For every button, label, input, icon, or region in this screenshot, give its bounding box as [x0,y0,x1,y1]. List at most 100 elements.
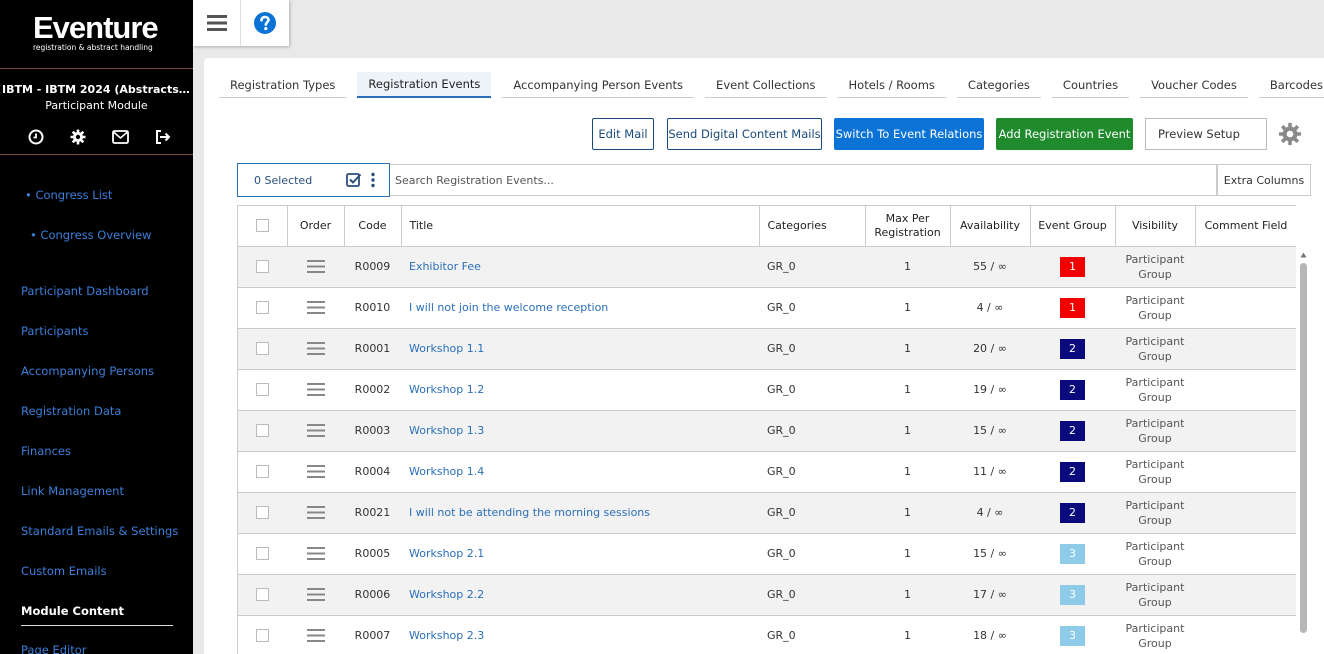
row-max-per-registration: 1 [865,369,950,411]
row-select-cell [238,451,287,493]
row-checkbox[interactable] [256,301,269,315]
column-header-order[interactable]: Order [287,206,345,247]
sidebar-item-congress-overview[interactable]: • Congress Overview [30,228,151,242]
column-header-code[interactable]: Code [344,206,402,247]
logout-icon[interactable] [154,128,172,146]
table-row[interactable]: R0010 I will not join the welcome recepti… [238,287,1296,329]
table-body: R0009 Exhibitor Fee GR_0 1 55 / ∞ 1 Participan… [238,246,1296,654]
tab-hotels-rooms[interactable]: Hotels / Rooms [837,72,946,98]
drag-handle-icon[interactable] [306,465,325,479]
tab-barcodes[interactable]: Barcodes [1258,72,1324,98]
column-header-max-per-registration[interactable]: Max Per Registration [865,206,951,247]
sidebar-item-accompanying-persons[interactable]: Accompanying Persons [21,364,154,378]
gear-icon[interactable] [69,128,87,146]
tab-registration-events[interactable]: Registration Events [357,72,492,98]
switch-to-event-relations-button[interactable]: Switch To Event Relations [834,118,984,150]
column-header-categories[interactable]: Categories [759,206,866,247]
row-checkbox[interactable] [256,465,269,479]
row-checkbox[interactable] [256,588,269,602]
extra-columns-button[interactable]: Extra Columns [1217,164,1311,196]
row-title-link[interactable]: Workshop 1.3 [401,410,759,452]
table-row[interactable]: R0004 Workshop 1.4 GR_0 1 11 / ∞ 2 Participant… [238,451,1296,493]
row-checkbox[interactable] [256,342,269,356]
row-checkbox[interactable] [256,260,269,274]
tab-event-collections[interactable]: Event Collections [705,72,827,98]
row-category: GR_0 [759,287,865,329]
row-checkbox[interactable] [256,383,269,397]
row-code: R0010 [344,287,401,329]
table-row[interactable]: R0021 I will not be attending the morning… [238,492,1296,534]
row-select-cell [238,492,287,534]
table-row[interactable]: R0007 Workshop 2.3 GR_0 1 18 / ∞ 3 Participant… [238,615,1296,654]
clock-icon[interactable] [27,128,45,146]
drag-handle-icon[interactable] [306,629,325,643]
column-header-visibility[interactable]: Visibility [1115,206,1196,247]
row-title-link[interactable]: Workshop 2.3 [401,615,759,654]
more-options-icon[interactable] [370,172,376,188]
add-registration-event-button[interactable]: Add Registration Event [996,118,1133,150]
sidebar-item-module-content[interactable]: Module Content [21,604,124,618]
drag-handle-icon[interactable] [306,383,325,397]
drag-handle-icon[interactable] [306,506,325,520]
send-digital-content-mails-button[interactable]: Send Digital Content Mails [667,118,822,150]
table-row[interactable]: R0009 Exhibitor Fee GR_0 1 55 / ∞ 1 Participan… [238,246,1296,288]
row-category: GR_0 [759,492,865,534]
sidebar-item-registration-data[interactable]: Registration Data [21,404,121,418]
table-row[interactable]: R0006 Workshop 2.2 GR_0 1 17 / ∞ 3 Participant… [238,574,1296,616]
drag-handle-icon[interactable] [306,301,325,315]
table-row[interactable]: R0001 Workshop 1.1 GR_0 1 20 / ∞ 2 Participant… [238,328,1296,370]
drag-handle-icon[interactable] [306,260,325,274]
row-title-link[interactable]: Workshop 1.4 [401,451,759,493]
sidebar-item-page-editor[interactable]: Page Editor [21,643,87,654]
sidebar-item-participant-dashboard[interactable]: Participant Dashboard [21,284,149,298]
column-header-event-group[interactable]: Event Group [1030,206,1116,247]
column-header-comment-field[interactable]: Comment Field [1195,206,1296,247]
scrollbar-thumb[interactable] [1300,263,1307,633]
table-row[interactable]: R0003 Workshop 1.3 GR_0 1 15 / ∞ 2 Participant… [238,410,1296,452]
row-select-cell [238,574,287,616]
settings-gear-icon[interactable] [1278,122,1302,146]
row-checkbox[interactable] [256,424,269,438]
menu-button[interactable] [193,0,241,46]
app-logo[interactable]: Eventure registration & abstract handlin… [33,12,163,53]
row-title-link[interactable]: I will not be attending the morning sess… [401,492,759,534]
row-title-link[interactable]: Workshop 1.1 [401,328,759,370]
preview-setup-select[interactable]: Preview Setup [1145,118,1267,150]
row-availability: 17 / ∞ [950,574,1030,616]
tab-voucher-codes[interactable]: Voucher Codes [1140,72,1248,98]
tab-registration-types[interactable]: Registration Types [219,72,347,98]
search-input[interactable] [390,164,1217,196]
tab-categories[interactable]: Categories [956,72,1041,98]
help-button[interactable] [241,0,289,46]
sidebar-item-custom-emails[interactable]: Custom Emails [21,564,107,578]
edit-mail-button[interactable]: Edit Mail [592,118,654,150]
row-code: R0021 [344,492,401,534]
mail-icon[interactable] [112,128,130,146]
row-title-link[interactable]: Exhibitor Fee [401,246,759,288]
tab-countries[interactable]: Countries [1051,72,1130,98]
row-title-link[interactable]: I will not join the welcome reception [401,287,759,329]
sidebar-item-standard-emails[interactable]: Standard Emails & Settings [21,524,178,538]
sidebar-item-link-management[interactable]: Link Management [21,484,124,498]
drag-handle-icon[interactable] [306,547,325,561]
tab-accompanying-person-events[interactable]: Accompanying Person Events [502,72,695,98]
column-header-title[interactable]: Title [401,206,760,247]
drag-handle-icon[interactable] [306,424,325,438]
check-all-icon[interactable] [346,172,362,188]
row-title-link[interactable]: Workshop 2.1 [401,533,759,575]
row-checkbox[interactable] [256,629,269,643]
scroll-up-arrow[interactable] [1300,248,1307,258]
sidebar-item-finances[interactable]: Finances [21,444,71,458]
row-checkbox[interactable] [256,547,269,561]
drag-handle-icon[interactable] [306,342,325,356]
row-checkbox[interactable] [256,506,269,520]
table-row[interactable]: R0005 Workshop 2.1 GR_0 1 15 / ∞ 3 Participant… [238,533,1296,575]
sidebar-item-congress-list[interactable]: • Congress List [25,188,112,202]
table-row[interactable]: R0002 Workshop 1.2 GR_0 1 19 / ∞ 2 Participant… [238,369,1296,411]
drag-handle-icon[interactable] [306,588,325,602]
column-header-availability[interactable]: Availability [950,206,1031,247]
row-title-link[interactable]: Workshop 1.2 [401,369,759,411]
row-title-link[interactable]: Workshop 2.2 [401,574,759,616]
sidebar-item-participants[interactable]: Participants [21,324,89,338]
select-all-checkbox[interactable] [255,219,269,233]
